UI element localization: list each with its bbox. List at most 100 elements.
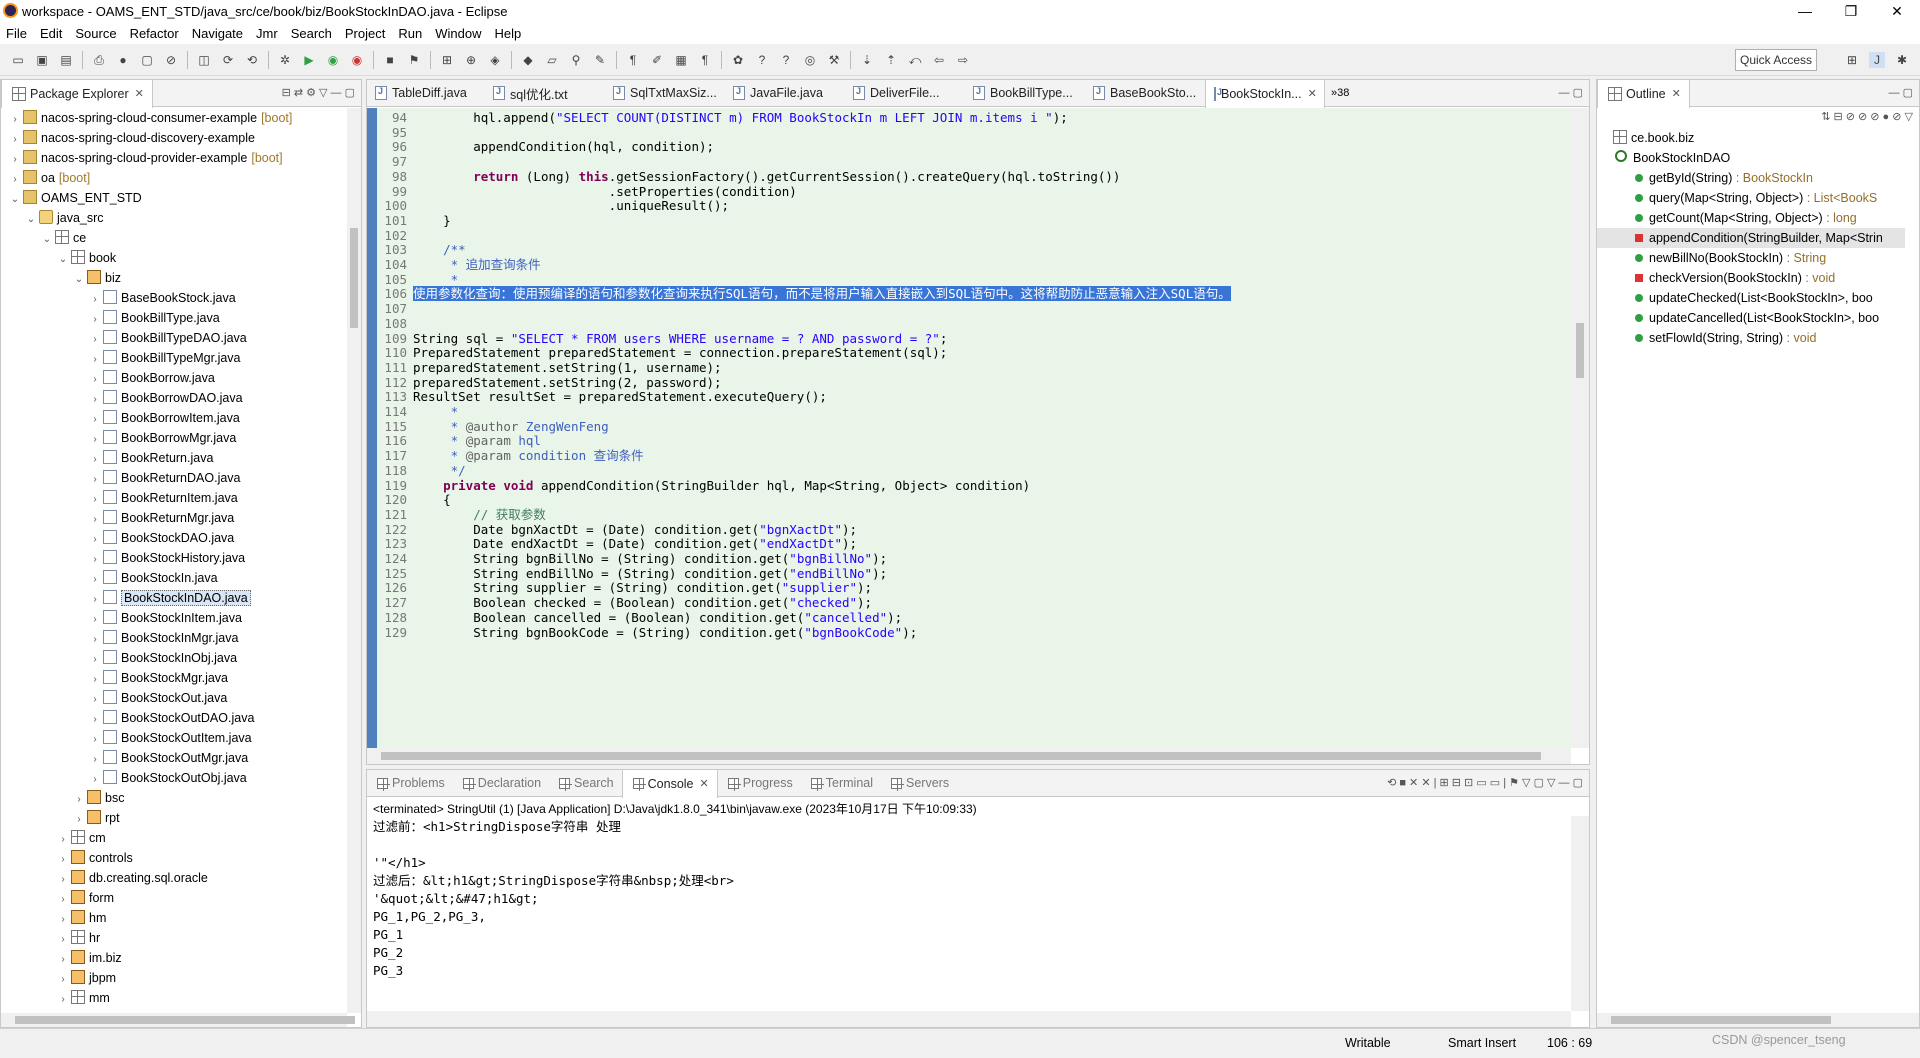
skip-breakpoints-icon[interactable]: ⊘ (163, 52, 179, 68)
menu-edit[interactable]: Edit (40, 26, 62, 41)
editor-view-toolbar[interactable]: — ▢ (1559, 86, 1583, 99)
expand-arrow-icon[interactable]: › (89, 750, 101, 770)
editor-vertical-scrollbar[interactable] (1571, 108, 1589, 748)
expand-arrow-icon[interactable]: › (89, 390, 101, 410)
console-vertical-scrollbar[interactable] (1571, 816, 1589, 1011)
tree-row[interactable]: › cm (1, 828, 347, 848)
tree-row[interactable]: ⌄ java_src (1, 208, 347, 228)
expand-arrow-icon[interactable]: › (89, 770, 101, 790)
tree-row[interactable]: › BookReturnMgr.java (1, 508, 347, 528)
outline-row[interactable]: setFlowId(String, String) : void (1597, 328, 1905, 348)
expand-arrow-icon[interactable]: ⌄ (9, 190, 21, 210)
save-all-icon[interactable]: ▤ (58, 52, 74, 68)
expand-arrow-icon[interactable]: › (57, 950, 69, 970)
menu-refactor[interactable]: Refactor (130, 26, 179, 41)
help-icon[interactable]: ? (754, 52, 770, 68)
info-icon[interactable]: ? (778, 52, 794, 68)
external-tools-icon[interactable]: ◉ (349, 52, 365, 68)
expand-arrow-icon[interactable]: › (9, 150, 21, 170)
tree-row[interactable]: › hr (1, 928, 347, 948)
back-icon[interactable]: ⇦ (931, 52, 947, 68)
expand-arrow-icon[interactable]: ⌄ (73, 270, 85, 290)
open-task-icon[interactable]: ✎ (592, 52, 608, 68)
expand-arrow-icon[interactable]: › (89, 630, 101, 650)
tree-row[interactable]: › form (1, 888, 347, 908)
close-icon[interactable]: ✕ (1308, 87, 1317, 100)
new-interface-icon[interactable]: ◈ (487, 52, 503, 68)
code-area[interactable]: 94 hql.append("SELECT COUNT(DISTINCT m) … (367, 108, 1571, 748)
close-icon[interactable]: ✕ (1672, 87, 1681, 100)
debug-icon[interactable]: ● (115, 52, 131, 68)
menu-navigate[interactable]: Navigate (192, 26, 243, 41)
editor-tab[interactable]: JavaFile.java (725, 80, 845, 107)
tree-row[interactable]: › BookBorrowItem.java (1, 408, 347, 428)
search-icon[interactable]: ⚲ (568, 52, 584, 68)
editor-tab[interactable]: TableDiff.java (367, 80, 485, 107)
minimize-button[interactable]: — (1782, 0, 1828, 22)
last-edit-icon[interactable]: ⤺ (907, 52, 923, 68)
tab-progress[interactable]: Progress (718, 770, 801, 797)
tree-row[interactable]: › BookStockInMgr.java (1, 628, 347, 648)
package-vertical-scrollbar[interactable] (347, 108, 361, 1013)
editor-tab[interactable]: SqlTxtMaxSiz... (605, 80, 725, 107)
tree-row[interactable]: › BookBillType.java (1, 308, 347, 328)
java-perspective-icon[interactable]: J (1869, 52, 1885, 68)
menu-window[interactable]: Window (435, 26, 481, 41)
open-type-icon[interactable]: ◆ (520, 52, 536, 68)
menu-source[interactable]: Source (75, 26, 116, 41)
expand-arrow-icon[interactable]: › (89, 410, 101, 430)
expand-arrow-icon[interactable]: ⌄ (25, 210, 37, 230)
tree-row[interactable]: › BookReturn.java (1, 448, 347, 468)
open-perspective-icon[interactable]: ⊞ (1844, 52, 1860, 68)
tree-row[interactable]: › nacos-spring-cloud-discovery-example (1, 128, 347, 148)
editor-overflow-tabs[interactable]: »38 (1331, 87, 1349, 99)
tree-row[interactable]: › BookStockOutMgr.java (1, 748, 347, 768)
expand-arrow-icon[interactable]: ⌄ (57, 250, 69, 270)
outline-row[interactable]: newBillNo(BookStockIn) : String (1597, 248, 1905, 268)
pin-icon[interactable]: ◫ (196, 52, 212, 68)
editor-horizontal-scrollbar[interactable] (367, 748, 1571, 764)
tree-row[interactable]: › rpt (1, 808, 347, 828)
tree-row[interactable]: › BookBillTypeDAO.java (1, 328, 347, 348)
outline-view-toolbar[interactable]: — ▢ (1889, 86, 1913, 99)
open-folder-icon[interactable]: ▱ (544, 52, 560, 68)
tree-row[interactable]: › BookStockMgr.java (1, 668, 347, 688)
outline-row[interactable]: checkVersion(BookStockIn) : void (1597, 268, 1905, 288)
stop-icon[interactable]: ■ (382, 52, 398, 68)
highlight-icon[interactable]: ✐ (649, 52, 665, 68)
tab-outline[interactable]: Outline ✕ (1597, 79, 1690, 108)
tree-row[interactable]: › BookStockHistory.java (1, 548, 347, 568)
expand-arrow-icon[interactable]: › (89, 590, 101, 610)
editor-tab[interactable]: BaseBookSto... (1085, 80, 1205, 107)
tree-row[interactable]: › BookReturnDAO.java (1, 468, 347, 488)
menu-jmr[interactable]: Jmr (256, 26, 278, 41)
expand-arrow-icon[interactable]: › (89, 550, 101, 570)
console-toolbar[interactable]: ⟲ ■ ✕ ✕ | ⊞ ⊟ ⊡ ▭ ▭ | ⚑ ▽ ▢ ▽ — ▢ (1387, 776, 1583, 789)
editor-tab[interactable]: BookStockIn... ✕ (1205, 79, 1325, 108)
tree-row[interactable]: ⌄ book (1, 248, 347, 268)
tree-row[interactable]: › BookStockInDAO.java (1, 588, 347, 608)
close-icon[interactable]: ✕ (135, 87, 144, 100)
package-horizontal-scrollbar[interactable] (1, 1013, 355, 1027)
console-output[interactable]: 过滤前：<h1>StringDispose字符串 处理 '"</h1> 过滤后：&l… (373, 818, 1571, 1011)
expand-arrow-icon[interactable]: › (57, 970, 69, 990)
build-icon[interactable]: ✲ (277, 52, 293, 68)
debug-perspective-icon[interactable]: ✱ (1894, 52, 1910, 68)
tree-row[interactable]: › oa [boot] (1, 168, 347, 188)
print-icon[interactable]: ⎙ (91, 52, 107, 68)
refresh-icon[interactable]: ⟳ (220, 52, 236, 68)
expand-arrow-icon[interactable]: › (9, 110, 21, 130)
code-line[interactable]: 129 String bgnBookCode = (String) condit… (377, 624, 1571, 642)
expand-arrow-icon[interactable]: › (57, 930, 69, 950)
close-button[interactable]: ✕ (1874, 0, 1920, 22)
outline-row[interactable]: BookStockInDAO (1597, 148, 1905, 168)
outline-row[interactable]: ce.book.biz (1597, 128, 1905, 148)
next-annotation-icon[interactable]: ⇣ (859, 52, 875, 68)
tree-row[interactable]: › BookReturnItem.java (1, 488, 347, 508)
tree-row[interactable]: › nacos-spring-cloud-provider-example [boo… (1, 148, 347, 168)
terminal-icon[interactable]: ▢ (139, 52, 155, 68)
menu-search[interactable]: Search (291, 26, 332, 41)
wrench-icon[interactable]: ⚒ (826, 52, 842, 68)
expand-arrow-icon[interactable]: › (89, 490, 101, 510)
expand-arrow-icon[interactable]: › (89, 470, 101, 490)
